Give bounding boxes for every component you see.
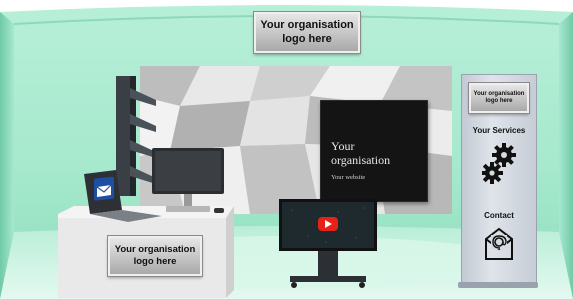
desk-logo-sign[interactable]: Your organisation logo here [108,236,202,276]
rollup-banner: Your organisation logo here Your Service… [461,74,537,284]
envelope-icon[interactable] [94,176,114,201]
video-screen[interactable] [278,198,378,290]
organisation-screen[interactable]: Your organisation Your website [320,100,428,202]
mail-at-icon[interactable] [484,227,514,261]
screen-subtitle: Your website [331,174,366,181]
banner-base [458,282,538,288]
screen-title-line-1: Your [331,139,355,153]
banner-logo-sign[interactable]: Your organisation logo here [469,83,529,113]
banner-contact-label: Contact [484,211,514,220]
banner-services-label: Your Services [472,126,526,135]
play-icon[interactable] [318,217,338,231]
gears-icon[interactable] [482,141,518,185]
desk-logo-line-1: Your organisation [114,244,196,256]
banner-logo-line-1: Your organisation [473,90,525,97]
top-logo-line-1: Your organisation [260,18,354,31]
screen-title-line-2: organisation [331,153,391,168]
top-logo-line-2: logo here [282,32,332,45]
desk-logo-line-2: logo here [133,256,177,267]
top-logo-sign[interactable]: Your organisation logo here [254,12,360,53]
laptop[interactable] [82,170,164,222]
virtual-booth: Your organisation logo here Your organis… [0,0,573,299]
banner-logo-line-2: logo here [485,98,513,104]
